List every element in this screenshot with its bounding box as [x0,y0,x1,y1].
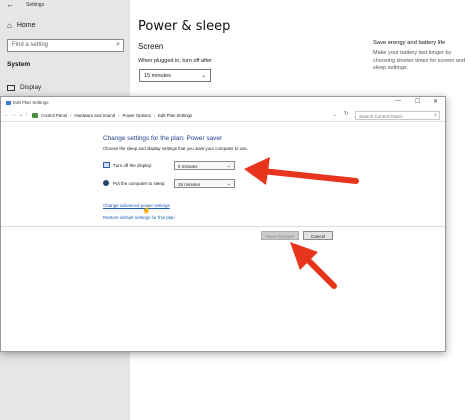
sidebar-item-display[interactable]: Display [7,84,41,91]
divider [1,226,445,227]
minimize-icon[interactable]: — [395,98,401,104]
display-timeout-value: 5 minutes [178,163,198,169]
control-panel-app-icon [6,100,11,105]
nav-up-icon[interactable]: ↑ [25,112,28,118]
search-icon: ⌕ [434,112,437,118]
system-heading: System [7,61,31,68]
mouse-cursor-icon: ☝ [142,207,151,214]
side-note: Save energy and battery life Make your b… [373,40,468,73]
search-control-panel-input[interactable]: Search Control Panel ⌕ [355,111,440,120]
save-changes-button[interactable]: Save changes [261,231,299,240]
display-setting-label: Turn off the display: [113,163,153,168]
plugged-in-value: 15 minutes [144,73,171,79]
address-bar: ← → ⌄ ↑ Control Panel › Hardware and Sou… [1,109,445,122]
home-icon: ⌂ [7,21,12,30]
plugged-in-select[interactable]: 15 minutes ⌄ [139,69,211,82]
home-label: Home [16,22,36,29]
screen-heading: Screen [138,42,164,51]
plan-heading: Change settings for the plan: Power save… [103,135,223,142]
nav-back-icon[interactable]: ← [4,112,9,118]
sleep-setting-label: Put the computer to sleep: [113,181,166,186]
breadcrumb-separator: › [118,113,120,118]
side-note-heading: Save energy and battery life [373,40,446,46]
advanced-power-settings-link[interactable]: Change advanced power settings [103,203,170,208]
display-label: Display [20,84,42,91]
plugged-in-label: When plugged in, turn off after [138,58,212,64]
monitor-icon [103,162,110,168]
breadcrumb-separator: › [70,113,72,118]
breadcrumb-item[interactable]: Power Options [123,113,151,118]
page-title: Power & sleep [138,19,231,34]
plan-subheading: Choose the sleep and display settings th… [103,146,248,151]
search-control-panel-placeholder: Search Control Panel [359,113,402,119]
side-note-text: Make your battery last longer by choosin… [373,50,466,71]
control-panel-icon [32,113,38,118]
settings-title: Settings [26,2,45,8]
display-icon [7,84,15,91]
edit-plan-titlebar: Edit Plan Settings — ☐ ✕ [1,97,445,108]
back-arrow-icon[interactable]: ← [6,0,14,9]
close-icon[interactable]: ✕ [433,98,438,105]
sidebar-item-home[interactable]: ⌂ Home [7,21,36,30]
refresh-icon[interactable]: ↻ [344,111,349,117]
breadcrumb-item[interactable]: Hardware and Sound [74,113,115,118]
sleep-setting-row: Put the computer to sleep: 15 minutes ⌄ [103,179,243,189]
breadcrumb-separator: › [153,113,156,118]
sleep-timeout-value: 15 minutes [178,181,201,187]
display-setting-row: Turn off the display: 5 minutes ⌄ [103,161,243,171]
chevron-down-icon: ⌄ [226,162,231,169]
breadcrumb: Control Panel › Hardware and Sound › Pow… [41,113,192,118]
edit-plan-title: Edit Plan Settings [13,100,49,105]
moon-icon [103,180,109,186]
edit-plan-window: Edit Plan Settings — ☐ ✕ ← → ⌄ ↑ Control… [0,96,446,352]
chevron-down-icon: ⌄ [200,73,206,79]
find-setting-placeholder: Find a setting [12,42,49,48]
cancel-button[interactable]: Cancel [303,231,333,240]
chevron-down-icon: ⌄ [226,180,231,187]
sleep-timeout-select[interactable]: 15 minutes ⌄ [174,179,235,188]
find-setting-input[interactable]: Find a setting ⌕ [7,39,124,52]
breadcrumb-item[interactable]: Edit Plan Settings [158,113,192,118]
breadcrumb-item[interactable]: Control Panel [41,113,67,118]
address-dropdown-icon[interactable]: ⌄ [333,112,337,118]
edit-plan-title-group: Edit Plan Settings [6,100,49,105]
restore-defaults-link[interactable]: Restore default settings for this plan [103,215,175,220]
recent-locations-icon[interactable]: ⌄ [19,112,23,118]
display-timeout-select[interactable]: 5 minutes ⌄ [174,161,235,170]
maximize-icon[interactable]: ☐ [415,98,420,105]
search-icon: ⌕ [116,41,120,48]
nav-forward-icon[interactable]: → [11,112,16,118]
